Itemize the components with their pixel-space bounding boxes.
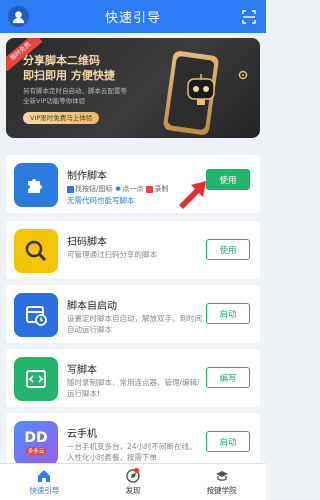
card-name: 制作脚本	[67, 171, 107, 182]
bottom-tab-bar: 快速引导 发现 按键学院	[0, 463, 266, 500]
page-title: 快速引导	[104, 11, 161, 26]
tab-label: 快速引导	[29, 485, 60, 495]
scan-script-card: 扫码脚本 可管理通过扫码分享的脚本 使用	[6, 221, 260, 279]
pointer-arrow-icon	[173, 177, 209, 213]
auto-start-card: 脚本自启动 设置定时脚本自启动，解放双手，到时间自动运行脚本 启动	[6, 285, 260, 343]
user-avatar-icon[interactable]	[8, 6, 29, 27]
write-script-card: 写脚本 随时录制脚本、常用连点器、管理/编辑/运行脚本! 编写	[6, 349, 260, 407]
tag-tap: 点一点	[115, 184, 143, 194]
start-button[interactable]: 启动	[206, 431, 250, 452]
banner-subtext-1: 另有脚本定时自启动、脚本云配置等	[23, 87, 127, 95]
banner-subtext-2: 全新VIP功能等你体验	[23, 97, 86, 105]
schedule-icon	[14, 293, 58, 337]
card-name: 扫码脚本	[67, 237, 107, 248]
cloud-badge: 多多云	[25, 447, 47, 455]
tab-label: 按键学院	[206, 485, 237, 495]
home-icon	[38, 469, 51, 482]
scan-icon[interactable]	[242, 9, 256, 24]
feature-tags: 找按钮/图标 点一点 录制	[67, 184, 168, 194]
card-name: 云手机	[67, 429, 97, 440]
vip-promo-banner[interactable]: 限时免费 分享脚本二维码 即扫即用 方便快捷 另有脚本定时自启动、脚本云配置等 …	[6, 38, 260, 138]
make-script-card: 制作脚本 找按钮/图标 点一点 录制 无需代码也能写脚本 使用	[6, 155, 260, 213]
tab-academy[interactable]: 按键学院	[177, 464, 266, 500]
use-button[interactable]: 使用	[206, 169, 250, 190]
card-name: 写脚本	[67, 365, 97, 376]
top-bar: 快速引导	[0, 0, 266, 33]
banner-headline-1: 分享脚本二维码	[23, 54, 100, 67]
magnifier-icon	[14, 229, 58, 273]
tab-discover[interactable]: 发现	[89, 464, 178, 500]
card-name: 脚本自启动	[67, 301, 117, 312]
write-button[interactable]: 编写	[206, 367, 250, 388]
cloud-phone-card: DD 多多云 云手机 一台手机变多台，24小时不间断在线。人性化小时套餐，按需下…	[6, 413, 260, 465]
tab-label: 发现	[125, 485, 141, 495]
banner-headline-2: 即扫即用 方便快捷	[23, 69, 115, 82]
code-icon	[14, 357, 58, 401]
card-description: 可管理通过扫码分享的脚本	[67, 250, 157, 259]
puzzle-icon	[14, 163, 58, 207]
tab-quick-guide[interactable]: 快速引导	[0, 464, 89, 500]
dd-cloud-phone-icon: DD 多多云	[14, 421, 58, 465]
robot-icon	[182, 71, 220, 109]
card-description: 设置定时脚本自启动，解放双手，到时间自动运行脚本	[67, 314, 202, 334]
card-description: 随时录制脚本、常用连点器、管理/编辑/运行脚本!	[67, 378, 200, 398]
start-button[interactable]: 启动	[206, 303, 250, 324]
academy-icon	[215, 470, 228, 481]
tag-record: 录制	[146, 184, 168, 194]
use-button[interactable]: 使用	[206, 239, 250, 260]
gear-icon	[238, 65, 248, 80]
no-code-subtitle: 无需代码也能写脚本	[67, 196, 135, 205]
tag-find-button: 找按钮/图标	[67, 184, 112, 194]
vip-free-trial-button[interactable]: VIP限时免费马上体验	[23, 112, 100, 124]
card-description: 一台手机变多台，24小时不间断在线。人性化小时套餐，按需下单	[67, 442, 197, 462]
